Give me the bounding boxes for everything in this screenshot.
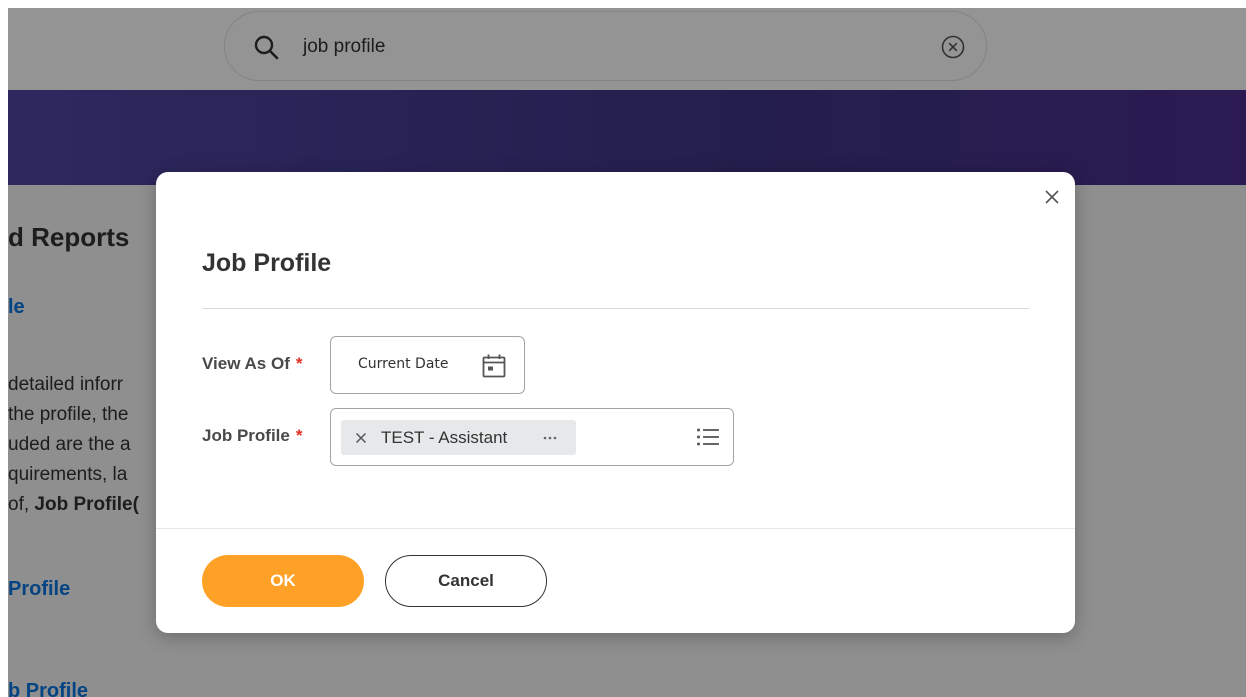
view-as-of-label-text: View As Of xyxy=(202,354,290,373)
selected-item-label: TEST - Assistant xyxy=(381,428,508,447)
selected-item-pill[interactable]: TEST - Assistant xyxy=(341,420,576,455)
job-profile-label-text: Job Profile xyxy=(202,426,290,445)
required-indicator: * xyxy=(295,354,303,373)
close-icon[interactable] xyxy=(1042,187,1062,207)
more-icon[interactable] xyxy=(542,435,558,441)
list-icon[interactable] xyxy=(696,426,720,448)
date-value[interactable]: Current Date xyxy=(358,356,449,372)
job-profile-prompt[interactable]: TEST - Assistant xyxy=(330,408,734,466)
calendar-icon[interactable] xyxy=(481,353,507,379)
title-divider xyxy=(202,308,1029,309)
ok-button[interactable]: OK xyxy=(202,555,364,607)
view-as-of-label: View As Of * xyxy=(202,354,303,374)
cancel-button[interactable]: Cancel xyxy=(385,555,547,607)
job-profile-label: Job Profile * xyxy=(202,426,302,446)
footer-divider xyxy=(156,528,1075,529)
view-as-of-date-input[interactable]: Current Date xyxy=(330,336,525,394)
dialog-title: Job Profile xyxy=(202,249,332,277)
remove-icon[interactable] xyxy=(355,432,367,444)
required-indicator: * xyxy=(295,426,303,445)
job-profile-dialog: Job Profile View As Of * Current Date Job… xyxy=(156,172,1075,633)
